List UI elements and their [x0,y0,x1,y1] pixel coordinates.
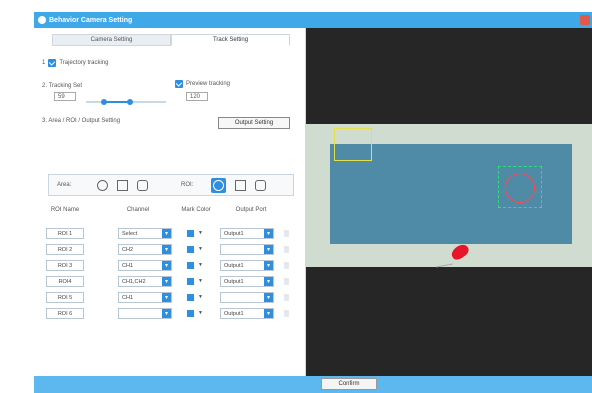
lock-icon[interactable] [284,262,289,269]
output-port-value: Output1 [224,310,244,317]
preview-tracking-label: Preview tracking [186,81,231,87]
output-setting-button[interactable]: Output Setting [218,117,290,129]
channel-value: CH2 [122,246,134,253]
roi-name-cell[interactable]: ROI 3 [46,260,84,271]
col-header-channel: Channel [126,207,150,213]
chevron-down-icon[interactable]: ▾ [162,309,171,318]
mark-color-swatch[interactable] [187,310,194,317]
output-port-select[interactable]: Output1 ▾ [220,260,274,271]
trajectory-index: 1 [42,60,46,66]
lock-icon[interactable] [284,278,289,285]
confirm-button[interactable]: Confirm [321,378,377,390]
app-icon [38,16,46,24]
output-port-select[interactable]: ▾ [220,244,274,255]
preview-tracking-checkbox[interactable] [175,80,183,88]
roi-square-icon[interactable] [235,180,246,191]
output-port-select[interactable]: Output1 ▾ [220,276,274,287]
chevron-down-icon[interactable]: ▾ [264,277,273,286]
chevron-down-icon[interactable]: ▾ [162,277,171,286]
chevron-down-icon[interactable]: ▾ [264,293,273,302]
preview-tracking-row: Preview tracking [175,80,230,88]
lock-icon[interactable] [284,310,289,317]
area-polygon-icon[interactable] [137,180,148,191]
output-port-select[interactable]: Output1 ▾ [220,228,274,239]
channel-value: CH1 [122,294,134,301]
roi-name-cell[interactable]: ROI 1 [46,228,84,239]
mark-color-swatch[interactable] [187,294,194,301]
roi-polygon-icon[interactable] [255,180,266,191]
settings-panel: Camera Setting Track Setting 1 Trajector… [34,28,306,376]
col-header-output-port: Output Port [235,207,267,213]
mark-color-swatch[interactable] [187,246,194,253]
tab-camera-setting[interactable]: Camera Setting [52,34,171,46]
section3-label: 3. Area / ROI / Output Setting [42,118,121,124]
roi-label: ROI: [181,182,194,188]
lock-icon[interactable] [284,230,289,237]
channel-value: CH1 [122,262,134,269]
slider-max-handle[interactable] [127,99,133,105]
col-header-roi-name: ROI Name [50,207,80,213]
output-port-value: Output1 [224,262,244,269]
area-roi-rectangle[interactable] [334,128,372,161]
trajectory-row: 1 Trajectory tracking [42,59,108,67]
tab-track-setting[interactable]: Track Setting [171,34,290,46]
chevron-down-icon[interactable]: ▾ [264,229,273,238]
close-icon[interactable] [580,15,590,25]
roi-circle-icon [213,180,224,191]
roi-circle-marker[interactable] [505,173,535,203]
tracking-range-slider[interactable] [86,99,166,105]
chevron-down-icon[interactable]: ▾ [264,245,273,254]
channel-value: CH1,CH2 [122,278,146,285]
output-port-value: Output1 [224,230,244,237]
tab-bar: Camera Setting Track Setting [52,34,290,46]
tracking-min-input[interactable]: 59 [54,92,76,101]
output-port-select[interactable]: ▾ [220,292,274,303]
roi-name-cell[interactable]: ROI 5 [46,292,84,303]
chevron-down-icon[interactable]: ▾ [162,293,171,302]
channel-select[interactable]: CH2 ▾ [118,244,172,255]
color-dropdown-icon[interactable]: ▼ [198,230,203,236]
title-bar: Behavior Camera Setting [34,12,592,28]
roi-name-cell[interactable]: ROI 2 [46,244,84,255]
lock-icon[interactable] [284,246,289,253]
bottom-bar: Confirm [34,376,592,393]
trajectory-checkbox[interactable] [48,59,57,67]
area-square-icon[interactable] [117,180,128,191]
channel-select[interactable]: CH1 ▾ [118,260,172,271]
chevron-down-icon[interactable]: ▾ [162,261,171,270]
color-dropdown-icon[interactable]: ▼ [198,246,203,252]
col-header-mark-color: Mark Color [181,207,211,213]
color-dropdown-icon[interactable]: ▼ [198,310,203,316]
roi-circle-button[interactable] [211,178,226,193]
chevron-down-icon[interactable]: ▾ [264,309,273,318]
channel-value: Select [122,230,138,237]
trajectory-label: Trajectory tracking [59,60,109,66]
output-port-value: Output1 [224,278,244,285]
mark-color-swatch[interactable] [187,262,194,269]
channel-select[interactable]: CH1,CH2 ▾ [118,276,172,287]
channel-select[interactable]: ▾ [118,308,172,319]
chevron-down-icon[interactable]: ▾ [264,261,273,270]
chevron-down-icon[interactable]: ▾ [162,229,171,238]
tracking-set-label: 2. Tracking Set [42,83,83,89]
color-dropdown-icon[interactable]: ▼ [198,262,203,268]
area-label: Area: [57,182,72,188]
channel-select[interactable]: CH1 ▾ [118,292,172,303]
chevron-down-icon[interactable]: ▾ [162,245,171,254]
window-title: Behavior Camera Setting [49,16,133,24]
shape-selector-bar: Area: ROI: [48,174,294,196]
output-port-select[interactable]: Output1 ▾ [220,308,274,319]
tracking-max-input[interactable]: 120 [186,92,208,101]
mark-color-swatch[interactable] [187,230,194,237]
roi-name-cell[interactable]: ROI4 [46,276,84,287]
lock-icon[interactable] [284,294,289,301]
camera-preview [306,28,592,376]
channel-select[interactable]: Select ▾ [118,228,172,239]
slider-min-handle[interactable] [100,99,107,105]
roi-name-cell[interactable]: ROI 6 [46,308,84,319]
mark-color-swatch[interactable] [187,278,194,285]
area-circle-icon[interactable] [97,180,108,191]
color-dropdown-icon[interactable]: ▼ [198,278,203,284]
color-dropdown-icon[interactable]: ▼ [198,294,203,300]
